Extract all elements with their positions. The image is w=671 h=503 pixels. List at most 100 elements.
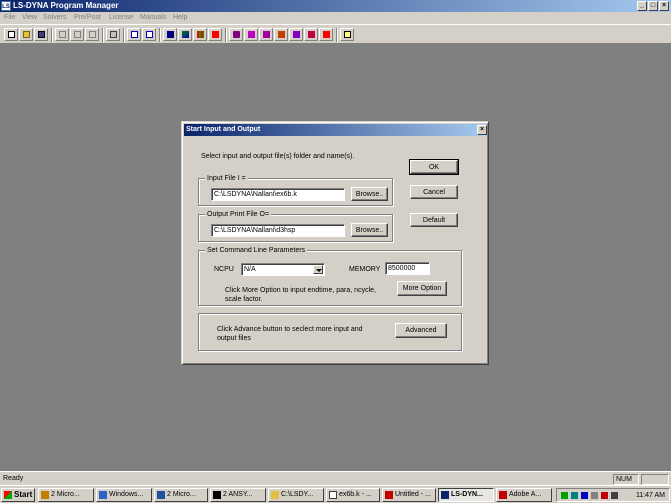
input-browse-button[interactable]: Browse.. [351, 187, 388, 201]
grid-icon[interactable] [193, 28, 207, 41]
chart-icon[interactable] [163, 28, 177, 41]
output-browse-button[interactable]: Browse.. [351, 223, 388, 237]
paste-icon[interactable] [85, 28, 99, 41]
taskbar-item[interactable]: Windows... [96, 488, 152, 502]
run-icon-5[interactable] [289, 28, 303, 41]
import-icon[interactable] [127, 28, 141, 41]
print-icon[interactable] [106, 28, 120, 41]
run-icon-6[interactable] [304, 28, 318, 41]
start-label: Start [14, 490, 33, 499]
more-option-button[interactable]: More Option [397, 281, 447, 296]
menu-manuals[interactable]: Manuals [140, 14, 166, 21]
more-option-text-2: scale factor. [225, 296, 263, 303]
tray-icon[interactable] [591, 492, 598, 499]
toolbar-separator [336, 28, 338, 42]
maximize-button[interactable]: □ [648, 1, 658, 11]
toolbar-separator [159, 28, 161, 42]
messenger-icon [41, 491, 49, 499]
taskbar-item[interactable]: C:\LSDY... [268, 488, 324, 502]
toolbar-separator [225, 28, 227, 42]
run-icon-1[interactable] [229, 28, 243, 41]
taskbar-item[interactable]: 2 ANSY... [210, 488, 266, 502]
new-icon[interactable] [4, 28, 18, 41]
taskbar-item-active[interactable]: LS-DYN... [438, 488, 494, 502]
ncpu-select[interactable]: N/A [241, 263, 325, 276]
taskbar: Start 2 Micro... Windows... 2 Micro... 2… [0, 485, 671, 503]
input-file-label: Input File I = [205, 174, 248, 183]
run-icon-7[interactable] [319, 28, 333, 41]
clock[interactable]: 11:47 AM [636, 490, 665, 502]
advanced-text-2: output files [217, 335, 251, 342]
network-icon[interactable] [561, 492, 568, 499]
open-icon[interactable] [19, 28, 33, 41]
num-lock-indicator: NUM [613, 474, 639, 485]
adobe-icon [499, 491, 507, 499]
taskbar-item[interactable]: Untitled - ... [382, 488, 436, 502]
save-icon[interactable] [34, 28, 48, 41]
run-icon-3[interactable] [259, 28, 273, 41]
taskbar-item[interactable]: Adobe A... [496, 488, 552, 502]
taskbar-item[interactable]: 2 Micro... [154, 488, 208, 502]
chevron-down-icon[interactable] [313, 265, 323, 274]
tray-icon[interactable] [571, 492, 578, 499]
run-icon-4[interactable] [274, 28, 288, 41]
advanced-text-1: Click Advance button to seclect more inp… [217, 326, 363, 333]
dialog-title-bar[interactable]: Start Input and Output [184, 124, 486, 136]
output-file-group: Output Print File O= C:\LSDYNA\Nallani\d… [198, 210, 393, 242]
taskbar-item-label: Adobe A... [509, 491, 542, 498]
solver-icon[interactable] [208, 28, 222, 41]
taskbar-item-label: 2 Micro... [167, 491, 196, 498]
status-bar: Ready NUM [0, 471, 671, 485]
menu-file[interactable]: File [4, 14, 15, 21]
instruction-text: Select input and output file(s) folder a… [201, 153, 355, 160]
toolbar-separator [123, 28, 125, 42]
menu-help[interactable]: Help [173, 14, 187, 21]
tray-icon[interactable] [601, 492, 608, 499]
menu-bar: File View Solvers Pre/Post License Manua… [0, 12, 671, 24]
run-icon-2[interactable] [244, 28, 258, 41]
toolbar [0, 24, 671, 44]
folder-icon [271, 491, 279, 499]
export-icon[interactable] [142, 28, 156, 41]
more-option-text-1: Click More Option to input endtime, para… [225, 287, 376, 294]
help-icon[interactable] [340, 28, 354, 41]
advanced-group: Click Advance button to seclect more inp… [198, 313, 462, 351]
status-panel [641, 474, 669, 485]
cmd-params-label: Set Command Line Parameters [205, 246, 308, 255]
taskbar-item[interactable]: 2 Micro... [38, 488, 94, 502]
dialog-title: Start Input and Output [186, 126, 261, 133]
ok-button[interactable]: OK [409, 159, 459, 175]
input-file-field[interactable]: C:\LSDYNA\Nallani\ex6b.k [211, 188, 345, 201]
app-title-bar[interactable]: LS LS-DYNA Program Manager _ □ × [0, 0, 671, 12]
ncpu-value: N/A [244, 266, 256, 273]
tray-icon[interactable] [581, 492, 588, 499]
menu-prepost[interactable]: Pre/Post [74, 14, 101, 21]
menu-license[interactable]: License [109, 14, 133, 21]
advanced-button[interactable]: Advanced [395, 323, 447, 338]
dialog-close-button[interactable]: × [477, 125, 487, 135]
cut-icon[interactable] [55, 28, 69, 41]
menu-solvers[interactable]: Solvers [43, 14, 66, 21]
cancel-button[interactable]: Cancel [410, 185, 458, 199]
close-button[interactable]: × [659, 1, 669, 11]
windows-icon [99, 491, 107, 499]
taskbar-item-label: 2 ANSY... [223, 491, 253, 498]
word-icon [157, 491, 165, 499]
start-button[interactable]: Start [1, 488, 35, 502]
toolbar-separator [102, 28, 104, 42]
windows-logo-icon [4, 491, 12, 499]
start-input-output-dialog: Start Input and Output × Select input an… [181, 121, 489, 365]
lsdyna-app-icon: LS [1, 1, 11, 11]
minimize-button[interactable]: _ [637, 1, 647, 11]
status-text: Ready [3, 475, 24, 482]
memory-field[interactable]: 8500000 [385, 262, 430, 275]
taskbar-item-label: Untitled - ... [395, 491, 431, 498]
model-icon[interactable] [178, 28, 192, 41]
menu-view[interactable]: View [22, 14, 37, 21]
output-file-field[interactable]: C:\LSDYNA\Nallani\d3hsp [211, 224, 345, 237]
taskbar-item[interactable]: ex6b.k - ... [326, 488, 380, 502]
volume-icon[interactable] [611, 492, 618, 499]
copy-icon[interactable] [70, 28, 84, 41]
default-button[interactable]: Default [410, 213, 458, 227]
system-tray: 11:47 AM [556, 488, 670, 502]
